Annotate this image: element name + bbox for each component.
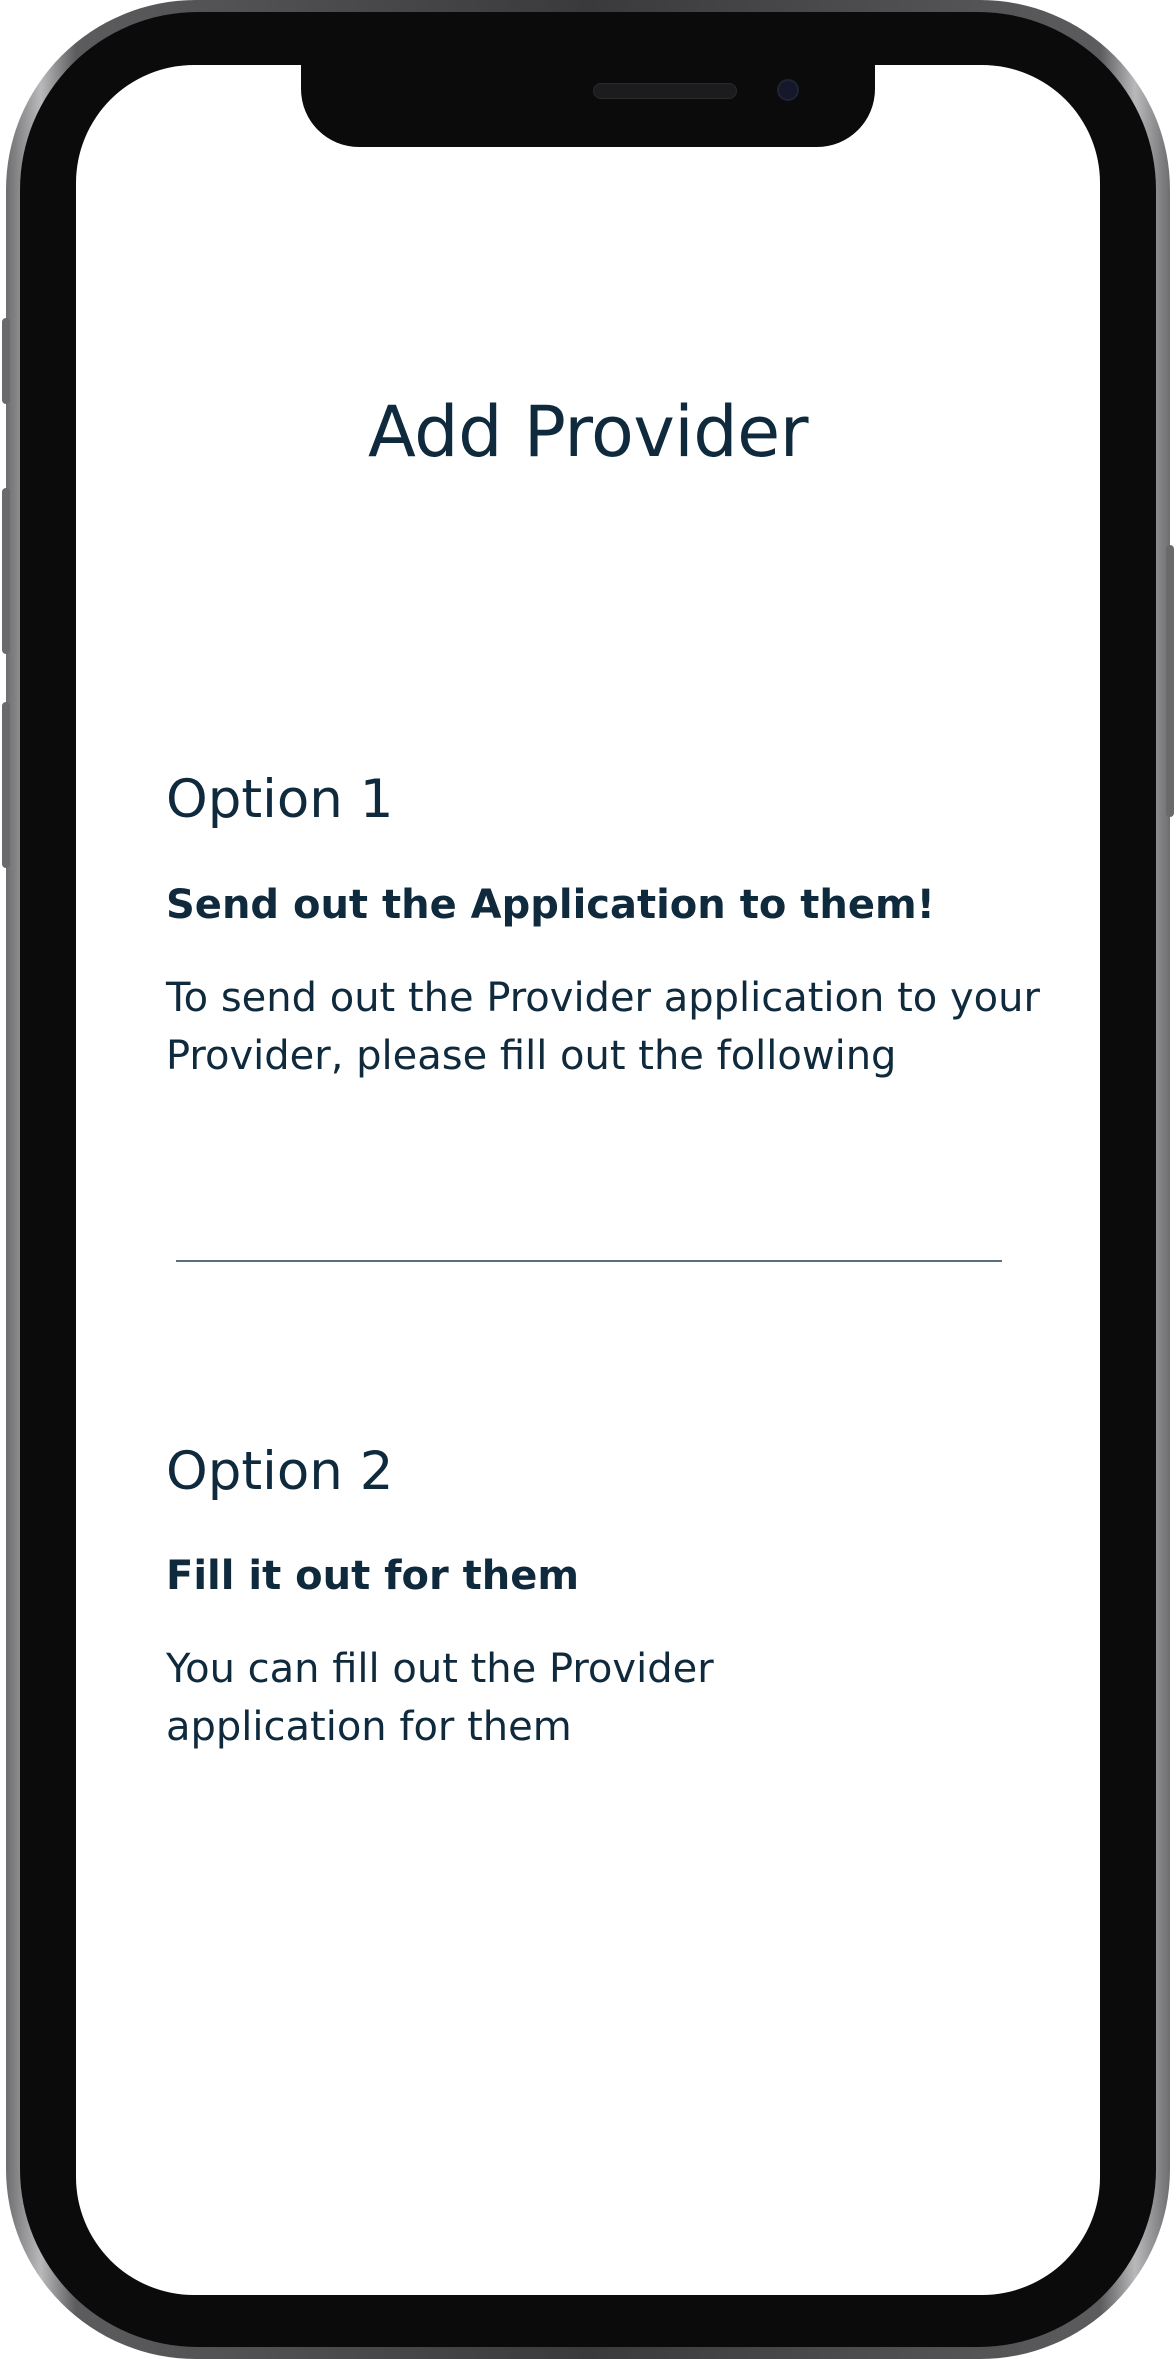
option-1-heading: Option 1 <box>166 769 394 830</box>
option-2-heading: Option 2 <box>166 1441 394 1502</box>
earpiece-speaker <box>593 83 737 99</box>
phone-notch <box>301 65 875 147</box>
option-1-subtitle[interactable]: Send out the Application to them! <box>166 885 935 925</box>
option-2-subtitle[interactable]: Fill it out for them <box>166 1556 579 1596</box>
volume-down-button <box>2 702 10 868</box>
phone-screen: Add Provider Option 1 Send out the Appli… <box>76 65 1100 2295</box>
page-title: Add Provider <box>368 391 808 473</box>
front-camera-icon <box>777 79 799 101</box>
option-1-description: To send out the Provider application to … <box>166 975 1040 1079</box>
volume-up-button <box>2 488 10 654</box>
section-divider <box>176 1260 1002 1262</box>
add-provider-screen: Add Provider Option 1 Send out the Appli… <box>76 65 1100 2295</box>
power-button <box>1166 545 1174 817</box>
option-2-description: You can fill out the Provider applicatio… <box>166 1646 714 1750</box>
mute-switch <box>2 318 10 404</box>
